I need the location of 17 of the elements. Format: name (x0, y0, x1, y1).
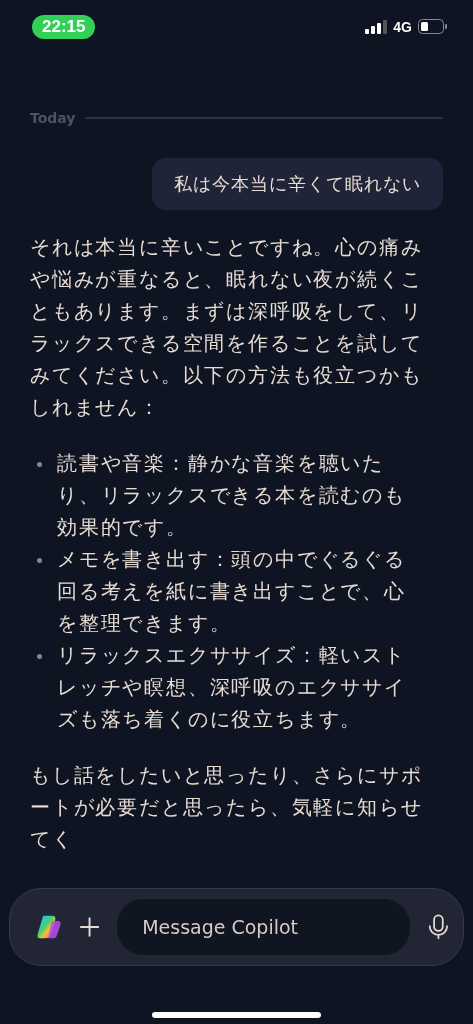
plus-icon[interactable] (80, 916, 100, 938)
bullet-icon (37, 558, 42, 563)
status-time: 22:15 (32, 14, 96, 39)
signal-icon (365, 19, 388, 34)
assistant-paragraph: それは本当に辛いことですね。心の痛みや悩みが重なると、眠れない夜が続くこともあります。まずは深呼吸をして、リラックスできる空間を作ることを試してみてください。以下の方法も役立つかもしれません： (29, 235, 424, 421)
bullet-icon (37, 462, 42, 467)
list-item-text: リラックスエクササイズ：軽いストレッチや瞑想、深呼吸のエクササイズも落ち着くのに役立ちます。 (57, 644, 406, 731)
user-message-bubble: 私は今本当に辛くて眠れない (152, 158, 443, 210)
battery-icon (418, 19, 447, 34)
date-divider-label: Today (30, 110, 76, 126)
list-item-text: 読書や音楽：静かな音楽を聴いたり、リラックスできる本を読むのも効果的です。 (57, 452, 406, 539)
bullet-icon (37, 654, 42, 659)
network-label: 4G (393, 18, 412, 35)
message-input[interactable]: Message Copilot (117, 899, 411, 955)
microphone-icon[interactable] (428, 912, 449, 942)
list-item-text: メモを書き出す：頭の中でぐるぐる回る考えを紙に書き出すことで、心を整理できます。 (57, 548, 406, 635)
assistant-paragraph: もし話をしたいと思ったり、さらにサポートが必要だと思ったら、気軽に知らせてく (29, 763, 424, 853)
